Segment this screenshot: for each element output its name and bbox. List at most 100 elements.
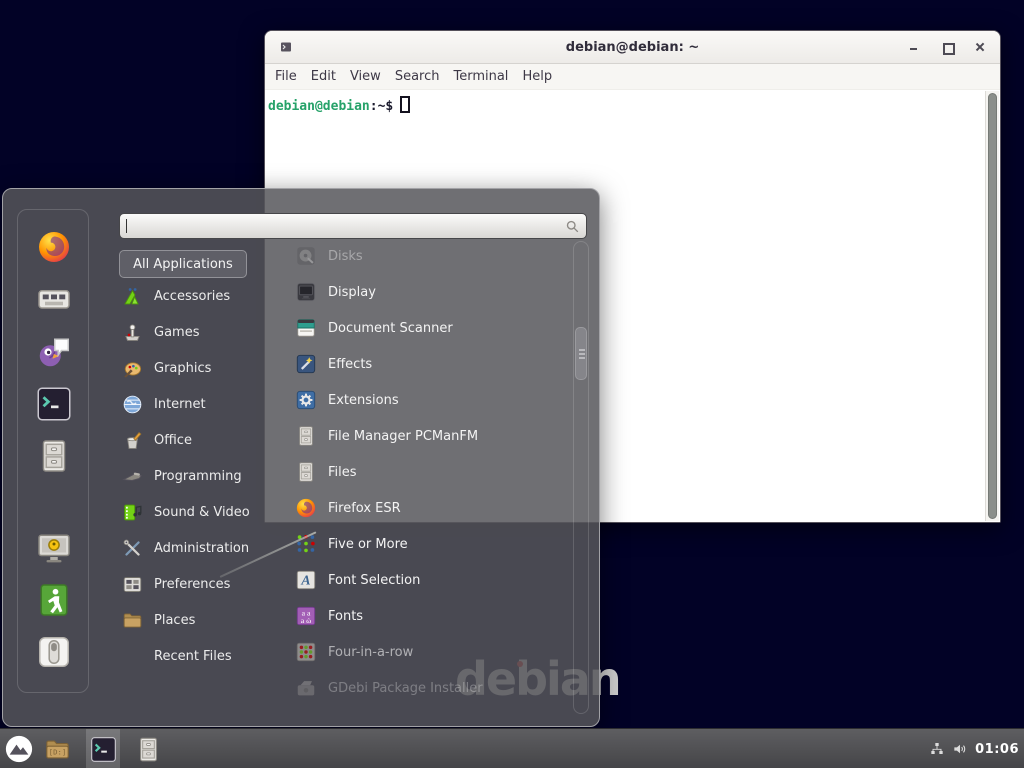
- system-tray: 01:06: [929, 729, 1019, 768]
- taskbar-menu-button[interactable]: [0, 729, 38, 768]
- clock[interactable]: 01:06: [975, 742, 1019, 757]
- favorite-pidgin-button[interactable]: [36, 334, 72, 370]
- app-file-manager-pcmanfm[interactable]: File Manager PCManFM: [281, 418, 569, 454]
- category-preferences[interactable]: Preferences: [119, 566, 271, 602]
- close-button[interactable]: [974, 41, 986, 53]
- all-applications-label: All Applications: [133, 257, 233, 272]
- desktop: debian debian@debian: ~ FileEditViewSear…: [0, 0, 1024, 768]
- taskbar-file-manager-button[interactable]: [D:]: [40, 729, 74, 768]
- category-graphics[interactable]: Graphics: [119, 350, 271, 386]
- app-label: Display: [328, 285, 376, 300]
- terminal-window-icon: [280, 41, 292, 53]
- app-label: GDebi Package Installer: [328, 681, 483, 696]
- prompt-suffix: :~$: [370, 99, 393, 114]
- category-games[interactable]: Games: [119, 314, 271, 350]
- category-label: Programming: [154, 469, 242, 484]
- document-scanner-icon: [295, 317, 317, 339]
- taskbar: [D:] 01:06: [0, 728, 1024, 768]
- category-label: Administration: [154, 541, 249, 556]
- category-sound-video[interactable]: Sound & Video: [119, 494, 271, 530]
- terminal-menubar: FileEditViewSearchTerminalHelp: [265, 64, 1000, 90]
- category-accessories[interactable]: Accessories: [119, 278, 271, 314]
- category-internet[interactable]: Internet: [119, 386, 271, 422]
- terminal-scrollbar[interactable]: [985, 91, 999, 521]
- favorite-terminal-button[interactable]: [36, 386, 72, 422]
- app-extensions[interactable]: Extensions: [281, 382, 569, 418]
- file-cabinet-icon: [135, 736, 162, 763]
- all-applications-button[interactable]: All Applications: [119, 250, 247, 278]
- terminal-icon: [90, 736, 117, 763]
- app-font-selection[interactable]: A Font Selection: [281, 562, 569, 598]
- app-firefox-esr[interactable]: Firefox ESR: [281, 490, 569, 526]
- app-four-in-a-row[interactable]: Four-in-a-row: [281, 634, 569, 670]
- terminal-menu-help[interactable]: Help: [515, 69, 559, 84]
- favorite-software-button[interactable]: [36, 281, 72, 317]
- prompt-user: debian@debian: [268, 99, 370, 114]
- app-display[interactable]: Display: [281, 274, 569, 310]
- shutdown-button[interactable]: [36, 634, 72, 670]
- terminal-menu-search[interactable]: Search: [388, 69, 447, 84]
- category-label: Sound & Video: [154, 505, 250, 520]
- shutdown-icon: [36, 634, 72, 670]
- app-label: Firefox ESR: [328, 501, 401, 516]
- taskbar-files-button[interactable]: [130, 729, 166, 768]
- app-document-scanner[interactable]: Document Scanner: [281, 310, 569, 346]
- app-label: Font Selection: [328, 573, 420, 588]
- app-files[interactable]: Files: [281, 454, 569, 490]
- app-label: Extensions: [328, 393, 399, 408]
- lock-screen-icon: [36, 530, 72, 566]
- lock-screen-button[interactable]: [36, 530, 72, 566]
- menu-scrollbar[interactable]: [573, 241, 589, 714]
- svg-text:A: A: [300, 573, 310, 588]
- favorites-panel: [17, 209, 89, 693]
- maximize-button[interactable]: [941, 41, 953, 53]
- terminal-menu-terminal[interactable]: Terminal: [446, 69, 515, 84]
- app-disks[interactable]: Disks: [281, 241, 569, 274]
- terminal-titlebar[interactable]: debian@debian: ~: [265, 31, 1000, 64]
- office-icon: [122, 430, 143, 451]
- app-fonts[interactable]: a aa ώFonts: [281, 598, 569, 634]
- favorite-file-manager-button[interactable]: [36, 438, 72, 474]
- font-selection-icon: A: [295, 569, 317, 591]
- volume-icon[interactable]: [952, 741, 968, 757]
- app-five-or-more[interactable]: Five or More: [281, 526, 569, 562]
- category-administration[interactable]: Administration: [119, 530, 271, 566]
- menu-logo-icon: [4, 734, 34, 764]
- administration-icon: [122, 538, 143, 559]
- terminal-menu-file[interactable]: File: [268, 69, 304, 84]
- effects-icon: [295, 353, 317, 375]
- category-list: Accessories GamesGraphics Internet Office Pr…: [119, 278, 271, 674]
- logout-button[interactable]: [36, 582, 72, 618]
- category-recent-files[interactable]: Recent Files: [119, 638, 271, 674]
- sound-video-icon: [122, 502, 143, 523]
- app-label: Five or More: [328, 537, 408, 552]
- search-input[interactable]: [119, 213, 587, 239]
- network-icon[interactable]: [929, 741, 945, 757]
- window-controls: [908, 31, 986, 63]
- terminal-menu-edit[interactable]: Edit: [304, 69, 343, 84]
- display-icon: [295, 281, 317, 303]
- search-icon: [565, 219, 580, 234]
- app-effects[interactable]: Effects: [281, 346, 569, 382]
- taskbar-terminal-button[interactable]: [86, 729, 120, 768]
- category-label: Accessories: [154, 289, 230, 304]
- category-label: Recent Files: [154, 649, 232, 664]
- category-programming[interactable]: Programming: [119, 458, 271, 494]
- terminal-scrollbar-thumb[interactable]: [988, 93, 997, 519]
- file-manager-icon: [295, 425, 317, 447]
- category-label: Preferences: [154, 577, 230, 592]
- menu-scrollbar-thumb[interactable]: [575, 327, 587, 380]
- fonts-icon: a aa ώ: [295, 605, 317, 627]
- firefox-icon: [295, 497, 317, 519]
- accessories-icon: [122, 286, 143, 307]
- terminal-menu-view[interactable]: View: [343, 69, 388, 84]
- category-label: Internet: [154, 397, 206, 412]
- category-places[interactable]: Places: [119, 602, 271, 638]
- window-title: debian@debian: ~: [566, 40, 699, 55]
- app-gdebi-package-installer[interactable]: GDebi Package Installer: [281, 670, 569, 706]
- svg-text:[D:]: [D:]: [48, 747, 66, 756]
- favorite-firefox-button[interactable]: [36, 229, 72, 265]
- category-office[interactable]: Office: [119, 422, 271, 458]
- minimize-button[interactable]: [908, 41, 920, 53]
- logout-icon: [36, 582, 72, 618]
